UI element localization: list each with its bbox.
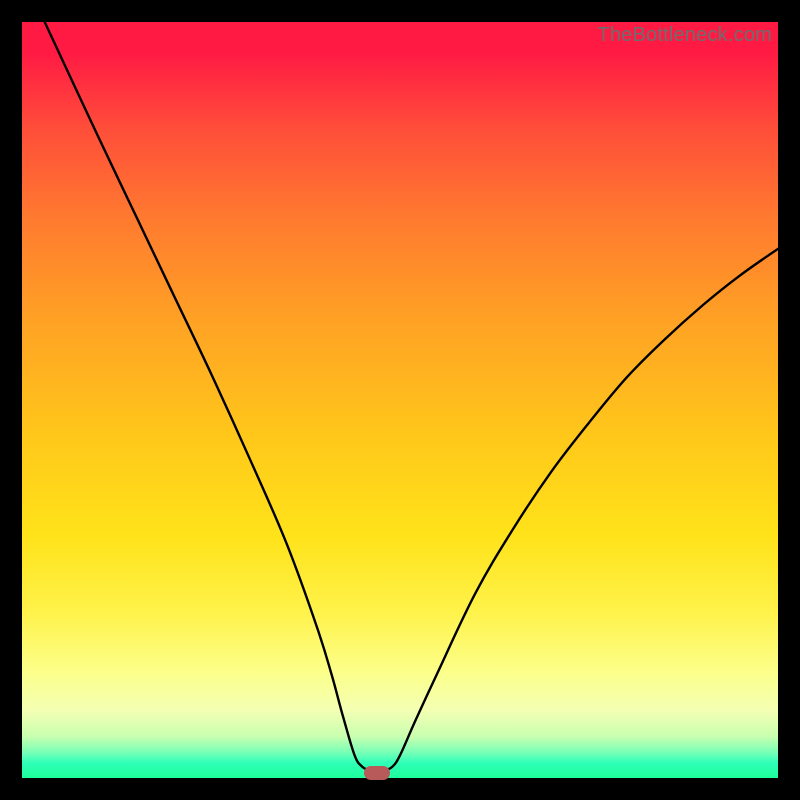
curve-path xyxy=(45,22,778,770)
optimum-marker xyxy=(364,766,390,780)
chart-frame: TheBottleneck.com xyxy=(0,0,800,800)
bottleneck-curve xyxy=(22,22,778,778)
plot-area: TheBottleneck.com xyxy=(22,22,778,778)
